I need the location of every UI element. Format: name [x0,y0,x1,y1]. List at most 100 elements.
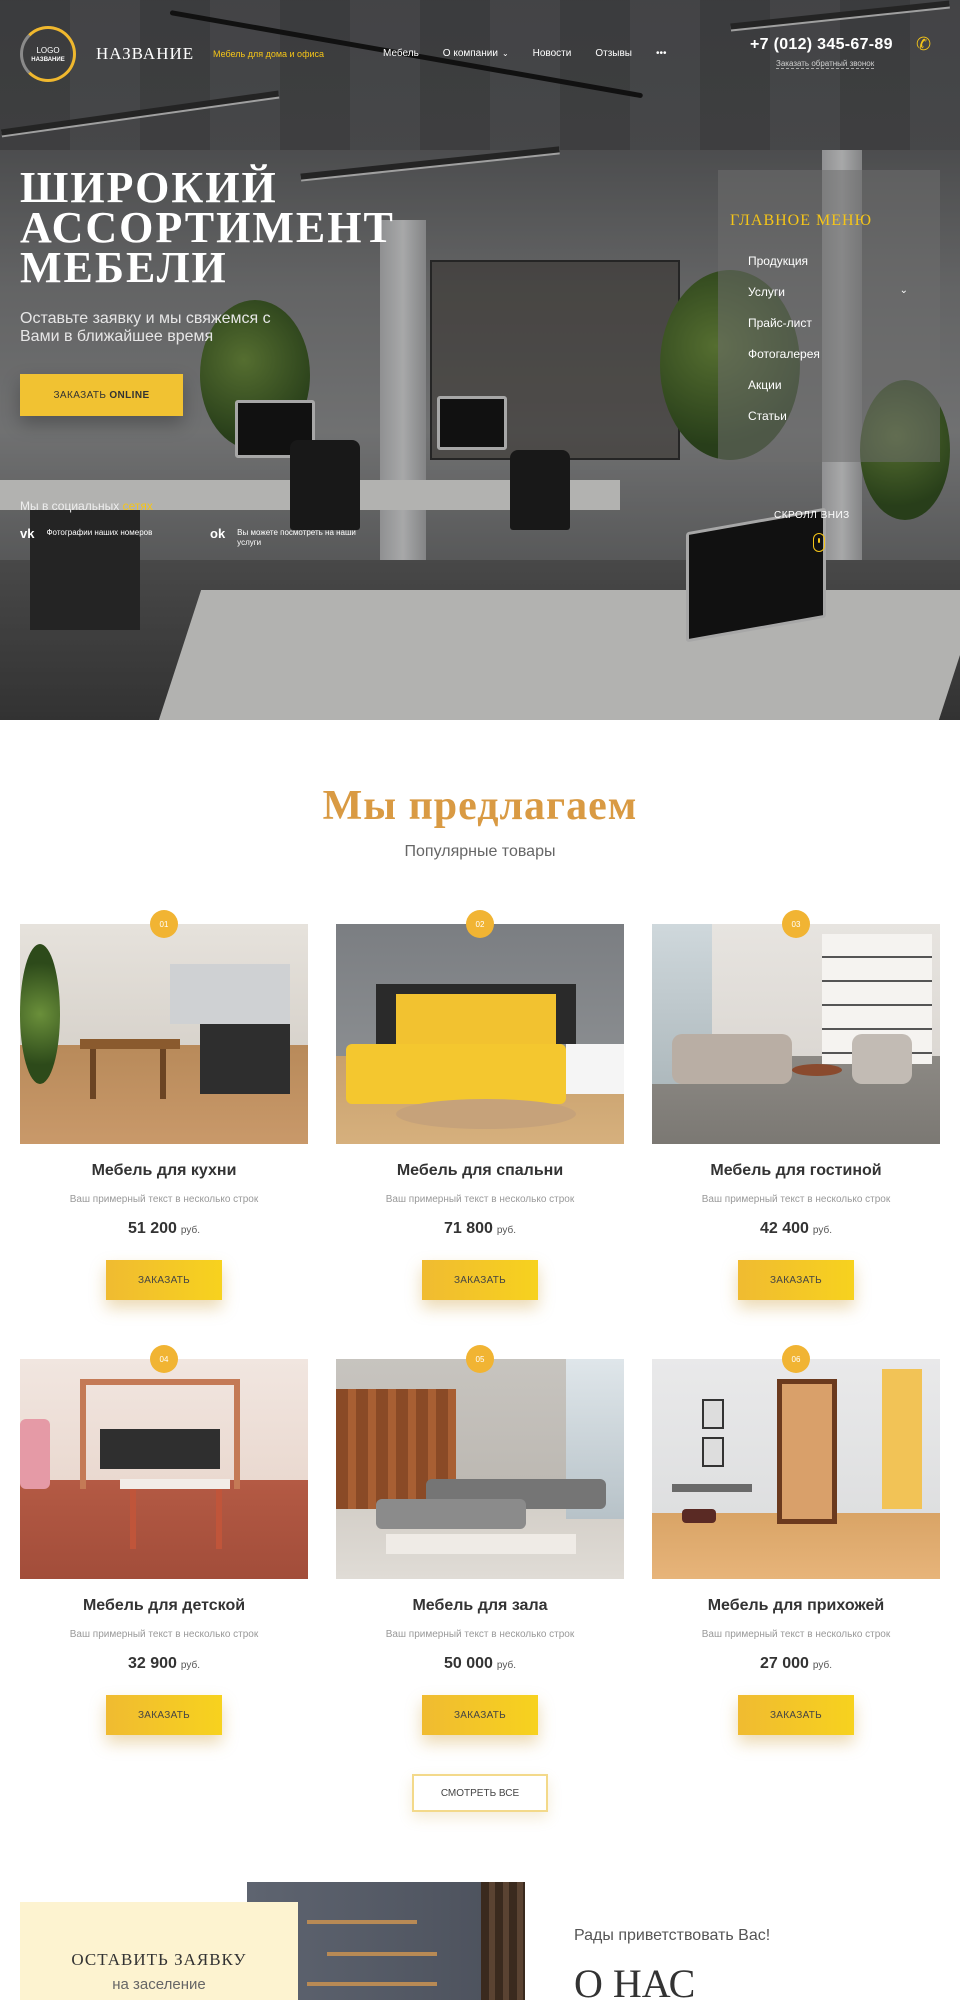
order-online-button[interactable]: ЗАКАЗАТЬ ONLINE [20,374,183,416]
main-menu-item-label: Прайс-лист [748,316,812,330]
phone-icon[interactable]: ✆ [916,34,931,55]
price-value: 50 000 [443,1655,493,1672]
hero-section: LOGO НАЗВАНИЕ НАЗВАНИЕ Мебель для дома и… [0,0,960,720]
social-title-text: Мы в социальных [20,499,120,513]
bedroom-image [336,924,624,1144]
social-ok[interactable]: ok Вы можете посмотреть на наши услуги [210,526,360,548]
card-number-badge: 05 [466,1345,494,1373]
logo[interactable]: LOGO НАЗВАНИЕ [20,26,76,82]
hero-subline: Оставьте заявку и мы свяжемся с Вами в б… [20,310,271,345]
price-currency: руб. [180,1225,200,1236]
hallway-image [652,1359,940,1579]
order-button[interactable]: ЗАКАЗАТЬ [106,1695,222,1735]
product-price: 42 400 руб. [652,1220,940,1238]
main-menu-item-label: Акции [748,378,782,392]
nav-item-furniture[interactable]: Мебель [383,48,419,59]
main-menu-item-pricelist[interactable]: Прайс-лист [748,316,908,347]
product-name: Мебель для прихожей [707,1597,885,1614]
price-currency: руб. [496,1660,516,1671]
ok-icon: ok [210,526,226,541]
main-menu-item-label: Услуги [748,285,785,299]
about-title: О нас [574,1961,696,2000]
mouse-scroll-icon[interactable] [813,533,825,552]
social-vk[interactable]: vk Фотографии наших номеров [20,526,170,541]
request-title: Оставить заявку [71,1950,247,1969]
order-button-label-bold: ONLINE [109,389,150,401]
price-currency: руб. [812,1660,832,1671]
nav-item-news[interactable]: Новости [533,48,572,59]
main-menu-item-label: Продукция [748,254,809,268]
request-subtitle: на заселение [112,1976,206,1993]
price-currency: руб. [496,1225,516,1236]
social-title-highlight: сетях [122,499,153,513]
product-price: 27 000 руб. [652,1655,940,1673]
request-box: Оставить заявку на заселение [20,1902,298,2000]
welcome-text: Рады приветствовать Вас! [574,1927,771,1944]
main-menu-title: Главное меню [730,212,873,229]
product-desc: Ваш примерный текст в несколько строк [385,1194,575,1205]
offers-title: Мы предлагаем [322,783,638,829]
social-title: Мы в социальных сетях [20,499,153,513]
product-name: Мебель для зала [412,1597,548,1614]
card-number-badge: 04 [150,1345,178,1373]
product-price: 50 000 руб. [336,1655,624,1673]
offers-subtitle: Популярные товары [404,843,556,860]
kids-room-image [20,1359,308,1579]
social-vk-text: Фотографии наших номеров [46,528,153,537]
product-name: Мебель для детской [82,1597,246,1614]
logo-subtext: НАЗВАНИЕ [31,56,65,63]
main-menu-list: Продукция Услуги ⌄ Прайс-лист Фотогалерея… [748,254,908,440]
product-price: 32 900 руб. [20,1655,308,1673]
nav-item-label: О компании [442,48,498,59]
vk-icon: vk [20,526,35,541]
nav-item-about[interactable]: О компании ⌄ [443,48,509,59]
order-button[interactable]: ЗАКАЗАТЬ [422,1695,538,1735]
phone-number[interactable]: +7 (012) 345-67-89 [750,36,893,54]
nav-more-button[interactable]: ••• [656,48,667,59]
main-menu-item-gallery[interactable]: Фотогалерея [748,347,908,378]
social-ok-text: Вы можете посмотреть на наши услуги [237,528,356,547]
price-currency: руб. [812,1225,832,1236]
main-menu-item-promos[interactable]: Акции [748,378,908,409]
product-name: Мебель для кухни [91,1162,237,1179]
wood-panel [481,1882,525,2000]
main-menu-item-label: Фотогалерея [748,347,820,361]
main-menu-item-products[interactable]: Продукция [748,254,908,285]
product-desc: Ваш примерный текст в несколько строк [701,1194,891,1205]
scroll-down-label[interactable]: СКРОЛЛ ВНИЗ [774,510,850,521]
order-button[interactable]: ЗАКАЗАТЬ [738,1695,854,1735]
see-all-button[interactable]: СМОТРЕТЬ ВСЕ [412,1774,548,1812]
order-button-label: ЗАКАЗАТЬ [53,389,107,401]
kitchen-image [20,924,308,1144]
card-number-badge: 01 [150,910,178,938]
order-button[interactable]: ЗАКАЗАТЬ [422,1260,538,1300]
price-value: 42 400 [759,1220,809,1237]
product-price: 51 200 руб. [20,1220,308,1238]
product-desc: Ваш примерный текст в несколько строк [69,1629,259,1640]
product-desc: Ваш примерный текст в несколько строк [701,1629,891,1640]
logo-text: LOGO [36,45,60,55]
product-name: Мебель для спальни [396,1162,564,1179]
brand-name[interactable]: НАЗВАНИЕ [96,44,194,64]
order-button[interactable]: ЗАКАЗАТЬ [106,1260,222,1300]
main-menu-item-articles[interactable]: Статьи [748,409,908,440]
price-value: 51 200 [127,1220,177,1237]
shelf [307,1920,417,1924]
card-number-badge: 02 [466,910,494,938]
order-button[interactable]: ЗАКАЗАТЬ [738,1260,854,1300]
hall-image [336,1359,624,1579]
callback-link[interactable]: Заказать обратный звонок [776,59,875,69]
price-value: 32 900 [127,1655,177,1672]
main-menu-panel: Главное меню Продукция Услуги ⌄ Прайс-лис… [718,170,940,462]
living-room-image [652,924,940,1144]
nav-item-reviews[interactable]: Отзывы [595,48,632,59]
price-value: 71 800 [443,1220,493,1237]
main-menu-item-services[interactable]: Услуги ⌄ [748,285,908,316]
shelf [327,1952,437,1956]
product-name: Мебель для гостиной [710,1162,882,1179]
nav-item-label: Новости [532,48,572,59]
top-nav: Мебель О компании ⌄ Новости Отзывы ••• [383,48,667,59]
more-icon: ••• [656,48,667,59]
brand-tagline: Мебель для дома и офиса [213,49,325,59]
product-desc: Ваш примерный текст в несколько строк [385,1629,575,1640]
